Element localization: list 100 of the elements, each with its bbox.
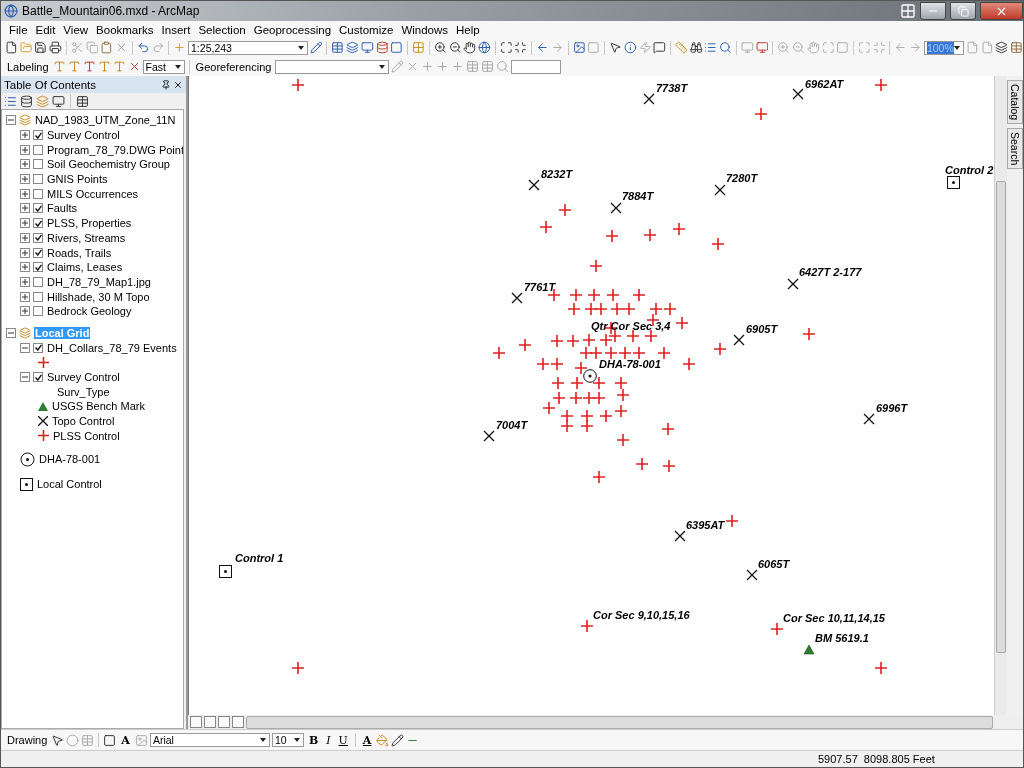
layers-icon[interactable] xyxy=(346,41,359,54)
collapse-icon[interactable] xyxy=(6,115,16,126)
label-priority-icon[interactable] xyxy=(67,60,81,73)
pan-icon[interactable] xyxy=(463,41,476,54)
menu-item[interactable]: Selection xyxy=(194,23,250,36)
layer-checkbox[interactable] xyxy=(33,203,43,214)
font-style-button[interactable]: U xyxy=(335,733,351,747)
layer-name[interactable]: GNIS Points xyxy=(46,173,109,186)
zoom-link-icon[interactable] xyxy=(496,60,510,73)
table-icon[interactable] xyxy=(331,41,345,54)
list-by-drawing-order-icon[interactable] xyxy=(4,94,17,108)
close-icon[interactable] xyxy=(173,79,183,90)
vertical-scrollbar[interactable] xyxy=(994,76,1007,715)
menu-item[interactable]: Windows xyxy=(397,23,453,36)
new-document-icon[interactable] xyxy=(5,41,18,54)
layout-forward-icon[interactable] xyxy=(909,41,922,54)
label-manager-icon[interactable] xyxy=(52,60,66,73)
expand-icon[interactable] xyxy=(20,232,30,243)
menu-item[interactable]: Customize xyxy=(335,23,398,36)
layer-checkbox[interactable] xyxy=(33,342,43,353)
menu-item[interactable]: Geoprocessing xyxy=(249,23,336,36)
menu-item[interactable]: Bookmarks xyxy=(92,23,158,36)
layer-checkbox[interactable] xyxy=(33,218,43,229)
layer-name[interactable]: Hillshade, 30 M Topo xyxy=(46,290,151,303)
lock-labels-icon[interactable] xyxy=(97,60,111,73)
save-icon[interactable] xyxy=(34,41,48,54)
expand-icon[interactable] xyxy=(20,188,30,199)
font-size-field[interactable]: 10 xyxy=(271,733,304,747)
layer-checkbox[interactable] xyxy=(33,144,43,155)
find-icon[interactable] xyxy=(689,41,703,54)
layer-checkbox[interactable] xyxy=(33,174,43,185)
layer-checkbox[interactable] xyxy=(33,159,43,170)
delete-icon[interactable] xyxy=(115,41,128,54)
grid-icon[interactable] xyxy=(900,3,916,19)
layout-back-icon[interactable] xyxy=(894,41,908,54)
full-extent-icon[interactable] xyxy=(499,41,513,54)
undo-icon[interactable] xyxy=(136,41,150,54)
horizontal-scrollbar[interactable] xyxy=(246,715,993,729)
layer-checkbox[interactable] xyxy=(33,291,43,302)
layer-checkbox[interactable] xyxy=(33,306,43,317)
layer-checkbox[interactable] xyxy=(33,130,43,141)
expand-icon[interactable] xyxy=(20,262,30,273)
restore-button[interactable] xyxy=(950,2,976,20)
side-tab[interactable]: Catalog xyxy=(1007,80,1023,125)
expand-icon[interactable] xyxy=(20,306,30,317)
data-frame-name[interactable]: NAD_1983_UTM_Zone_11N xyxy=(34,114,177,127)
expand-icon[interactable] xyxy=(20,144,30,155)
printer-icon[interactable] xyxy=(49,41,62,54)
add-data-icon[interactable] xyxy=(173,41,187,54)
layer-checkbox[interactable] xyxy=(33,232,43,243)
expand-icon[interactable] xyxy=(20,174,30,185)
layer-name[interactable]: Bedrock Geology xyxy=(46,305,133,318)
pin-icon[interactable] xyxy=(161,79,171,90)
layer-name[interactable]: DH_Collars_78_79 Events xyxy=(46,341,178,354)
font-field[interactable]: Arial xyxy=(149,733,270,747)
html-popup-icon[interactable] xyxy=(653,41,666,54)
pointer-icon[interactable] xyxy=(609,41,622,54)
zoom-in-icon[interactable] xyxy=(433,41,447,54)
layer-name[interactable]: Faults xyxy=(46,202,78,215)
scrollbar-thumb[interactable] xyxy=(996,181,1006,653)
fill-color-icon[interactable] xyxy=(376,733,390,747)
layer-name[interactable]: Survey Control xyxy=(46,371,121,384)
fixed-zoom-icon[interactable] xyxy=(514,41,528,54)
close-button[interactable] xyxy=(980,2,1023,20)
menu-item[interactable]: File xyxy=(5,23,32,36)
side-tab[interactable]: Search xyxy=(1007,128,1023,170)
layer-name[interactable]: PLSS, Properties xyxy=(46,217,133,230)
zoom-out-icon[interactable] xyxy=(448,41,462,54)
menu-item[interactable]: Insert xyxy=(157,23,195,36)
layer-name[interactable]: Program_78_79.DWG Point xyxy=(46,143,183,156)
layer-name[interactable]: MILS Occurrences xyxy=(46,187,140,200)
expand-icon[interactable] xyxy=(20,203,30,214)
georeferencing-menu[interactable]: Georeferencing xyxy=(193,60,274,73)
layer-name[interactable]: Soil Geochemistry Group xyxy=(46,158,171,171)
layer-checkbox[interactable] xyxy=(33,276,43,287)
rotation-field[interactable] xyxy=(511,59,562,74)
font-style-button[interactable]: I xyxy=(323,733,334,747)
expand-icon[interactable] xyxy=(20,276,30,287)
quality-field[interactable]: Fast xyxy=(142,59,185,74)
drawing-menu[interactable]: Drawing xyxy=(5,734,50,746)
expand-icon[interactable] xyxy=(20,247,30,258)
pause-labels-icon[interactable] xyxy=(112,60,126,73)
layer-field[interactable] xyxy=(275,59,390,74)
options-icon[interactable] xyxy=(76,94,89,108)
menu-item[interactable]: Help xyxy=(452,23,484,36)
rectangle-icon[interactable] xyxy=(103,733,117,747)
minimize-button[interactable] xyxy=(920,2,946,20)
identify-icon[interactable] xyxy=(623,41,637,54)
layer-name[interactable]: Claims, Leases xyxy=(46,261,124,274)
line-color-icon[interactable] xyxy=(391,733,405,747)
database-icon[interactable] xyxy=(375,41,389,54)
layer-checkbox[interactable] xyxy=(33,372,43,383)
collapse-icon[interactable] xyxy=(6,327,16,338)
layer-checkbox[interactable] xyxy=(33,188,43,199)
clipboard-icon[interactable] xyxy=(100,41,114,54)
layer-name[interactable]: Roads, Trails xyxy=(46,246,113,259)
editor-icon[interactable] xyxy=(309,41,323,54)
layer-name[interactable]: DH_78_79_Map1.jpg xyxy=(46,275,152,288)
text-tool[interactable]: A xyxy=(118,733,133,747)
label-weight-icon[interactable] xyxy=(82,60,96,73)
